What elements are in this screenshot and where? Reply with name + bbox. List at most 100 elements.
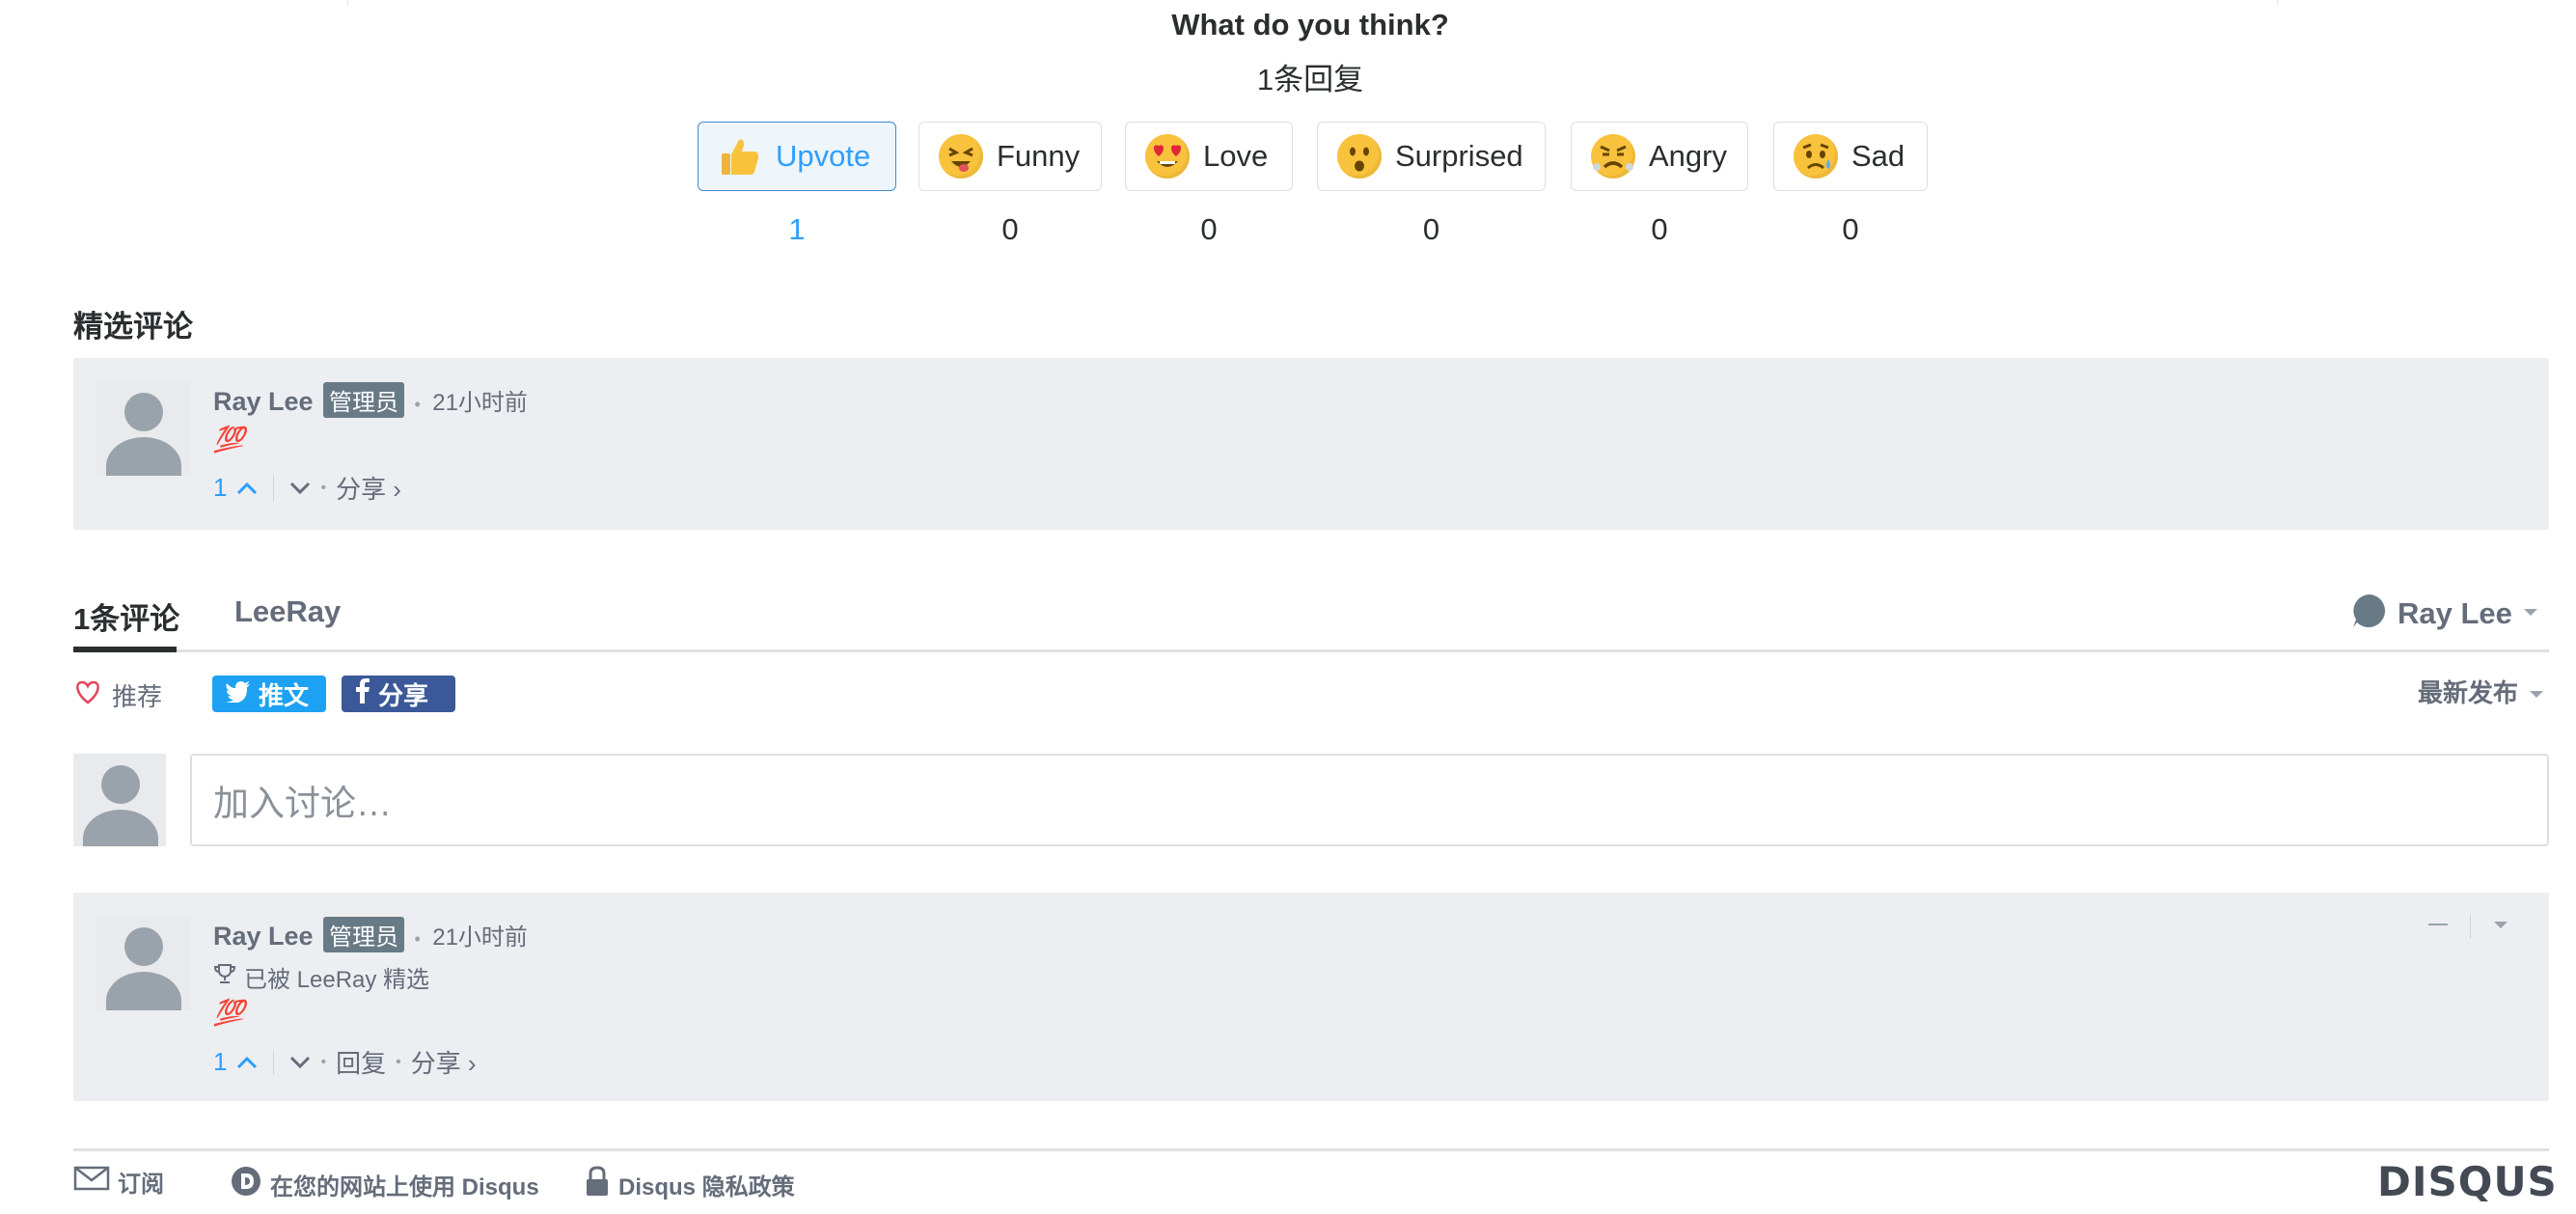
comment-body: 💯 [213, 425, 245, 454]
surprised-face-icon [1337, 134, 1382, 179]
comment-footer: 1 • 回复 • 分享 › [213, 1044, 477, 1080]
tweet-button[interactable]: 推文 [212, 676, 326, 712]
featured-note-text: 已被 LeeRay 精选 [244, 967, 430, 993]
comment-footer: 1 • 分享 › [213, 470, 401, 506]
twitter-icon [226, 679, 251, 709]
upvote-count: 1 [213, 473, 228, 502]
reaction-label: Love [1203, 139, 1269, 173]
reaction-sad-button[interactable]: Sad [1773, 122, 1928, 191]
add-disqus-label: 在您的网站上使用 Disqus [270, 1174, 539, 1200]
reaction-upvote-button[interactable]: Upvote [698, 122, 896, 191]
reaction-count-sad: 0 [1842, 212, 1859, 246]
reaction-label: Sad [1851, 139, 1905, 173]
tab-active-indicator [73, 647, 177, 652]
meta-separator: • [414, 929, 421, 949]
meta-separator: • [414, 395, 421, 414]
sort-dropdown[interactable]: 最新发布 [2418, 674, 2545, 709]
disqus-logo[interactable]: DISQUS [2377, 1158, 2558, 1205]
reaction-count-surprised: 0 [1422, 212, 1440, 246]
moderator-badge: 管理员 [323, 382, 405, 418]
thumbs-up-icon [718, 134, 762, 179]
controls-divider [2470, 914, 2471, 939]
privacy-link[interactable]: Disqus 隐私政策 [584, 1165, 795, 1204]
caret-down-icon [2522, 605, 2539, 622]
meta-separator: • [320, 1053, 327, 1070]
comment-time[interactable]: 21小时前 [432, 390, 528, 416]
downvote-icon[interactable] [289, 1047, 311, 1077]
facebook-icon [355, 677, 370, 710]
avatar[interactable] [96, 916, 191, 1010]
downvote-icon[interactable] [289, 473, 311, 503]
recommend-button[interactable]: 推荐 [73, 677, 162, 713]
sad-face-icon [1794, 134, 1838, 179]
angry-face-icon [1591, 134, 1635, 179]
comment-author[interactable]: Ray Lee [213, 387, 314, 416]
tab-community[interactable]: LeeRay [234, 594, 341, 629]
vote-divider [273, 1049, 275, 1075]
upvote-icon[interactable] [236, 1047, 258, 1077]
share-label: 分享 [378, 680, 429, 710]
comment-author[interactable]: Ray Lee [213, 922, 314, 951]
funny-face-icon [939, 134, 983, 179]
reaction-question: What do you think? [1171, 8, 1449, 41]
avatar[interactable] [96, 381, 191, 476]
reaction-count-funny: 0 [1001, 212, 1019, 246]
featured-comments-title: 精选评论 [73, 310, 193, 344]
comment: Ray Lee 管理员 • 21小时前 已被 LeeRay 精选 💯 1 • 回… [73, 893, 2549, 1101]
tab-comments[interactable]: 1条评论 [73, 594, 179, 638]
user-name: Ray Lee [2398, 595, 2512, 630]
current-user-avatar[interactable] [73, 754, 166, 846]
reaction-count-upvote: 1 [788, 212, 806, 246]
reaction-count-love: 0 [1200, 212, 1218, 246]
add-disqus-link[interactable]: 在您的网站上使用 Disqus [230, 1165, 539, 1204]
comment-meta: Ray Lee 管理员 • 21小时前 [213, 917, 528, 952]
upvote-count: 1 [213, 1047, 228, 1076]
reaction-count-angry: 0 [1651, 212, 1668, 246]
reaction-angry-button[interactable]: Angry [1571, 122, 1748, 191]
recommend-label: 推荐 [112, 682, 163, 711]
caret-down-icon[interactable] [2492, 918, 2509, 935]
reaction-label: Angry [1649, 139, 1727, 173]
reaction-love-button[interactable]: Love [1125, 122, 1293, 191]
comment-time[interactable]: 21小时前 [432, 924, 528, 951]
comment-controls [2427, 914, 2509, 939]
reaction-label: Surprised [1395, 139, 1523, 173]
reaction-label: Upvote [776, 139, 871, 173]
user-avatar-icon [2351, 593, 2388, 634]
reply-link[interactable]: 回复 [336, 1044, 386, 1080]
tweet-label: 推文 [259, 680, 310, 710]
subscribe-link[interactable]: 订阅 [73, 1165, 164, 1199]
upvote-icon[interactable] [236, 473, 258, 503]
user-menu[interactable]: Ray Lee [2351, 593, 2539, 634]
top-divider-left [347, 0, 348, 6]
share-link[interactable]: 分享 › [411, 1044, 477, 1080]
footer-divider [73, 1148, 2549, 1151]
disqus-d-icon [230, 1165, 262, 1204]
comment-meta: Ray Lee 管理员 • 21小时前 [213, 382, 528, 418]
subscribe-label: 订阅 [118, 1172, 164, 1198]
heart-eyes-icon [1145, 134, 1190, 179]
reaction-label: Funny [997, 139, 1081, 173]
featured-comment: Ray Lee 管理员 • 21小时前 💯 1 • 分享 › [73, 358, 2549, 530]
sort-label: 最新发布 [2418, 678, 2519, 707]
facebook-share-button[interactable]: 分享 [342, 676, 455, 712]
comment-body: 💯 [213, 998, 245, 1027]
heart-icon [73, 678, 102, 712]
reaction-funny-button[interactable]: Funny [918, 122, 1102, 191]
caret-down-icon [2528, 676, 2545, 706]
share-link[interactable]: 分享 › [336, 470, 401, 506]
moderator-badge: 管理员 [323, 917, 405, 952]
featured-note: 已被 LeeRay 精选 [213, 960, 429, 994]
lock-icon [584, 1165, 611, 1204]
meta-separator: • [320, 479, 327, 496]
meta-separator: • [396, 1053, 401, 1070]
collapse-icon[interactable] [2427, 918, 2449, 936]
envelope-icon [73, 1165, 110, 1199]
responses-count: 1条回复 [1256, 63, 1364, 97]
trophy-icon [213, 962, 236, 992]
vote-divider [273, 475, 275, 501]
top-divider-right [2277, 0, 2278, 6]
reaction-surprised-button[interactable]: Surprised [1317, 122, 1546, 191]
tabs-divider [73, 649, 2549, 652]
comment-input[interactable]: 加入讨论… [190, 754, 2549, 846]
